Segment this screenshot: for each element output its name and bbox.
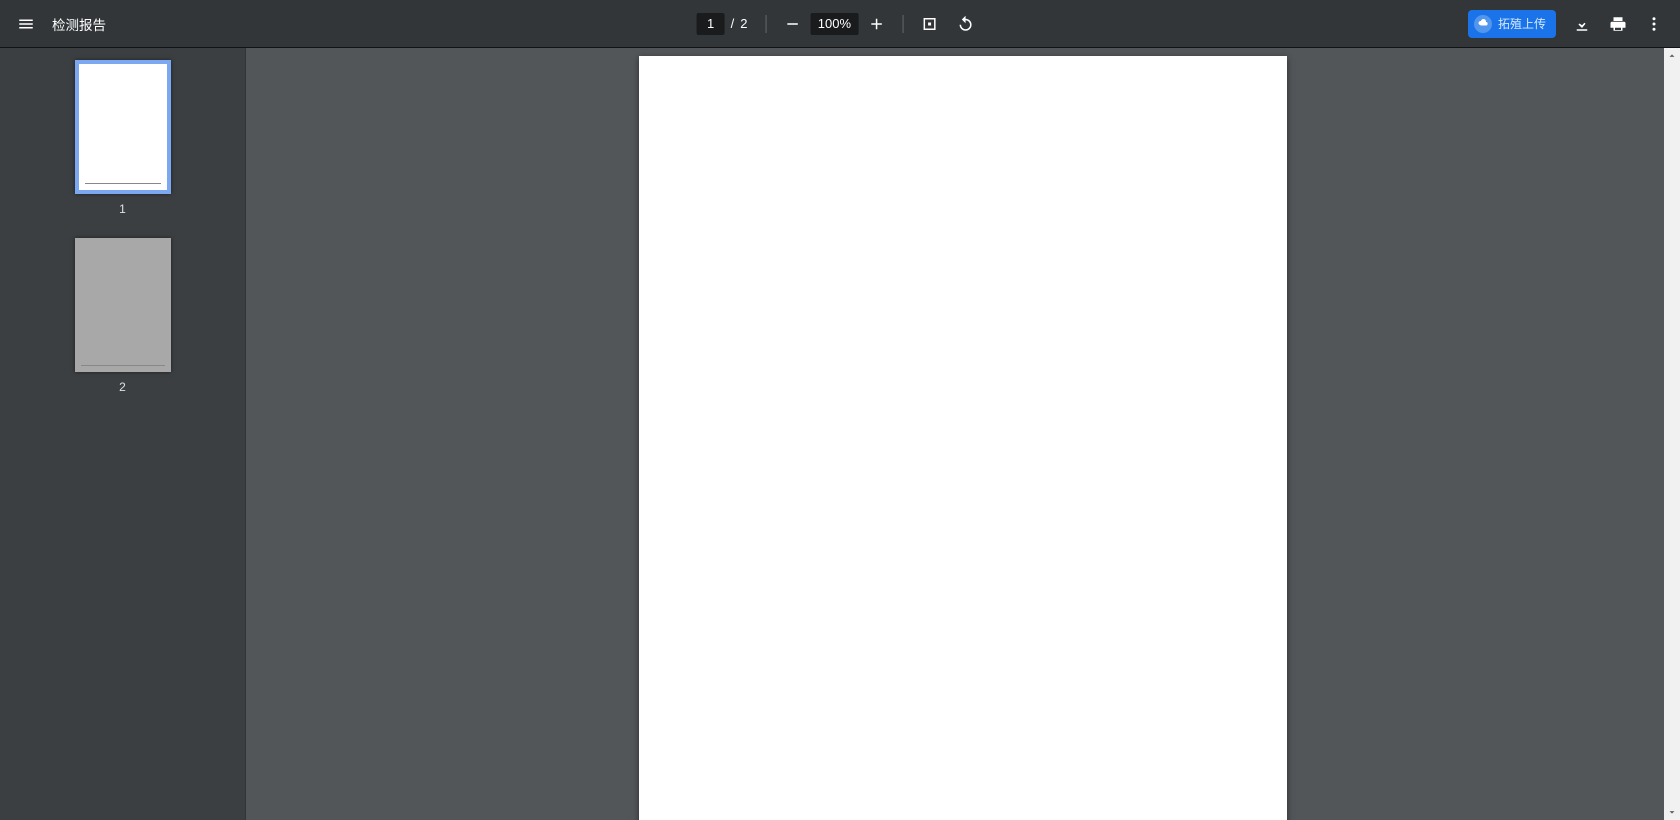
- document-viewer[interactable]: [246, 48, 1680, 820]
- scroll-up-button[interactable]: [1664, 48, 1680, 64]
- upload-label: 拓殖上传: [1498, 15, 1546, 32]
- rotate-button[interactable]: [947, 6, 983, 42]
- more-menu-button[interactable]: [1636, 6, 1672, 42]
- scroll-down-button[interactable]: [1664, 804, 1680, 820]
- print-button[interactable]: [1600, 6, 1636, 42]
- document-title: 检测报告: [52, 14, 106, 34]
- page-separator: /: [731, 16, 735, 31]
- document-page-1: [639, 56, 1287, 820]
- fit-page-button[interactable]: [911, 6, 947, 42]
- toolbar: 检测报告 / 2 100% 拓殖上传: [0, 0, 1680, 48]
- plus-icon: [867, 15, 885, 33]
- menu-button[interactable]: [8, 6, 44, 42]
- thumbnail-number: 2: [119, 380, 126, 394]
- page-total: 2: [740, 16, 747, 31]
- zoom-out-button[interactable]: [774, 6, 810, 42]
- more-vertical-icon: [1645, 15, 1663, 33]
- fit-to-page-icon: [920, 15, 938, 33]
- upload-button[interactable]: 拓殖上传: [1468, 10, 1556, 38]
- zoom-level[interactable]: 100%: [810, 13, 858, 35]
- thumbnail-item[interactable]: 1: [0, 60, 245, 216]
- hamburger-icon: [17, 15, 35, 33]
- thumbnail-page-2[interactable]: [75, 238, 171, 372]
- chevron-down-icon: [1667, 807, 1677, 817]
- rotate-icon: [956, 15, 974, 33]
- print-icon: [1609, 15, 1627, 33]
- cloud-upload-icon: [1474, 15, 1492, 33]
- thumbnail-item[interactable]: 2: [0, 238, 245, 394]
- thumbnail-footer-line: [81, 365, 165, 366]
- main: 1 2: [0, 48, 1680, 820]
- zoom-in-button[interactable]: [858, 6, 894, 42]
- download-button[interactable]: [1564, 6, 1600, 42]
- thumbnail-sidebar[interactable]: 1 2: [0, 48, 246, 820]
- thumbnail-number: 1: [119, 202, 126, 216]
- chevron-up-icon: [1667, 51, 1677, 61]
- divider: [902, 15, 903, 33]
- vertical-scrollbar[interactable]: [1664, 48, 1680, 820]
- download-icon: [1573, 15, 1591, 33]
- thumbnail-footer-line: [85, 183, 161, 184]
- thumbnail-page-1[interactable]: [75, 60, 171, 194]
- divider: [765, 15, 766, 33]
- page-number-input[interactable]: [697, 13, 725, 35]
- minus-icon: [783, 15, 801, 33]
